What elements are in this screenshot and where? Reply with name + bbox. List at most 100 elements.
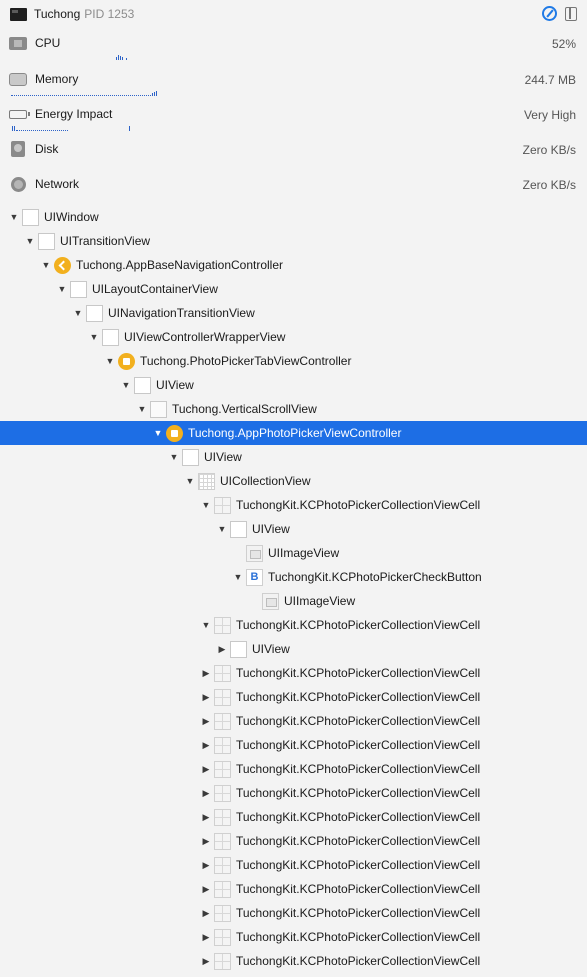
gauge-disk[interactable]: Disk Zero KB/s [0, 134, 587, 168]
tree-row[interactable]: ▼ Tuchong.PhotoPickerTabViewController [0, 349, 587, 373]
tree-row[interactable]: ▶ TuchongKit.KCPhotoPickerCollectionViewC… [0, 901, 587, 925]
panel-layout-icon[interactable] [565, 6, 577, 21]
tree-row[interactable]: ▼ B TuchongKit.KCPhotoPickerCheckButton [0, 565, 587, 589]
process-header[interactable]: Tuchong PID 1253 [0, 0, 587, 28]
tree-row[interactable]: ▼ UINavigationTransitionView [0, 301, 587, 325]
tree-row[interactable]: ▶ TuchongKit.KCPhotoPickerCollectionViewC… [0, 661, 587, 685]
disclosure-collapsed-icon[interactable]: ▶ [200, 908, 212, 919]
tree-node-label: UIView [204, 450, 242, 464]
tree-row[interactable]: ▶ TuchongKit.KCPhotoPickerCollectionViewC… [0, 949, 587, 973]
disclosure-expanded-icon[interactable]: ▼ [200, 620, 212, 630]
tree-node-label: UINavigationTransitionView [108, 306, 255, 320]
disclosure-expanded-icon[interactable]: ▼ [24, 236, 36, 246]
tree-node-label: TuchongKit.KCPhotoPickerCollectionViewCe… [236, 690, 481, 704]
cell-node-icon [214, 760, 231, 778]
tree-row[interactable]: ▼ Tuchong.AppBaseNavigationController [0, 253, 587, 277]
disclosure-expanded-icon[interactable]: ▼ [200, 500, 212, 510]
tree-row[interactable]: ▶ TuchongKit.KCPhotoPickerCollectionViewC… [0, 853, 587, 877]
tree-row[interactable]: ▶ TuchongKit.KCPhotoPickerCollectionViewC… [0, 733, 587, 757]
tree-row[interactable]: ▼ UIWindow [0, 205, 587, 229]
disclosure-expanded-icon[interactable]: ▼ [120, 380, 132, 390]
tree-node-label: UIViewControllerWrapperView [124, 330, 286, 344]
disclosure-expanded-icon[interactable]: ▼ [72, 308, 84, 318]
cell-node-icon [214, 736, 231, 754]
disclosure-collapsed-icon[interactable]: ▶ [200, 884, 212, 895]
view-node-icon [230, 520, 247, 538]
tree-row[interactable]: ▼ Tuchong.VerticalScrollView [0, 397, 587, 421]
disclosure-collapsed-icon[interactable]: ▶ [200, 956, 212, 967]
process-name: Tuchong [34, 7, 81, 21]
tree-node-label: TuchongKit.KCPhotoPickerCollectionViewCe… [236, 930, 481, 944]
disclosure-collapsed-icon[interactable]: ▶ [200, 932, 212, 943]
disclosure-collapsed-icon[interactable]: ▶ [200, 668, 212, 679]
view-node-icon [182, 448, 199, 466]
tree-row[interactable]: ▼ UICollectionView [0, 469, 587, 493]
tree-node-label: Tuchong.VerticalScrollView [172, 402, 317, 416]
tree-row[interactable]: ▶ TuchongKit.KCPhotoPickerCollectionViewC… [0, 829, 587, 853]
tree-row[interactable]: ▼ UILayoutContainerView [0, 277, 587, 301]
gauge-cpu[interactable]: CPU 52% [0, 28, 587, 62]
tree-row[interactable]: ▶ TuchongKit.KCPhotoPickerCollectionViewC… [0, 709, 587, 733]
tree-node-label: TuchongKit.KCPhotoPickerCollectionViewCe… [236, 786, 481, 800]
disclosure-collapsed-icon[interactable]: ▶ [200, 716, 212, 727]
tree-row[interactable]: ▶ TuchongKit.KCPhotoPickerCollectionViewC… [0, 781, 587, 805]
tree-row[interactable]: ▶ TuchongKit.KCPhotoPickerCollectionViewC… [0, 805, 587, 829]
disclosure-expanded-icon[interactable]: ▼ [168, 452, 180, 462]
disclosure-expanded-icon[interactable]: ▼ [104, 356, 116, 366]
tree-row[interactable]: ▼ UITransitionView [0, 229, 587, 253]
tree-node-label: TuchongKit.KCPhotoPickerCollectionViewCe… [236, 666, 481, 680]
tree-node-label: TuchongKit.KCPhotoPickerCollectionViewCe… [236, 882, 481, 896]
tree-row[interactable]: UIImageView [0, 541, 587, 565]
tree-row[interactable]: ▶ TuchongKit.KCPhotoPickerCollectionViewC… [0, 685, 587, 709]
disclosure-expanded-icon[interactable]: ▼ [88, 332, 100, 342]
tree-row[interactable]: ▼ UIView [0, 517, 587, 541]
tree-node-label: TuchongKit.KCPhotoPickerCollectionViewCe… [236, 498, 481, 512]
process-pid: PID 1253 [84, 7, 135, 21]
cell-node-icon [214, 664, 231, 682]
disclosure-collapsed-icon[interactable]: ▶ [216, 644, 228, 655]
disclosure-expanded-icon[interactable]: ▼ [152, 428, 164, 438]
tree-node-label: Tuchong.AppPhotoPickerViewController [188, 426, 402, 440]
tree-node-label: TuchongKit.KCPhotoPickerCollectionViewCe… [236, 906, 481, 920]
cell-node-icon [214, 880, 231, 898]
disclosure-collapsed-icon[interactable]: ▶ [200, 692, 212, 703]
compass-icon[interactable] [542, 6, 557, 21]
gauge-memory[interactable]: Memory 244.7 MB [0, 64, 587, 98]
disclosure-collapsed-icon[interactable]: ▶ [200, 740, 212, 751]
tree-row[interactable]: UIImageView [0, 589, 587, 613]
tree-row[interactable]: ▼ TuchongKit.KCPhotoPickerCollectionViewC… [0, 613, 587, 637]
disclosure-collapsed-icon[interactable]: ▶ [200, 836, 212, 847]
disclosure-expanded-icon[interactable]: ▼ [216, 524, 228, 534]
tree-node-label: UIImageView [284, 594, 356, 608]
disclosure-expanded-icon[interactable]: ▼ [184, 476, 196, 486]
tree-row[interactable]: ▼ UIViewControllerWrapperView [0, 325, 587, 349]
tree-row[interactable]: ▶ TuchongKit.KCPhotoPickerCollectionViewC… [0, 757, 587, 781]
gauge-energy[interactable]: Energy Impact Very High [0, 99, 587, 133]
tree-node-label: TuchongKit.KCPhotoPickerCollectionViewCe… [236, 810, 481, 824]
tree-node-label: Tuchong.AppBaseNavigationController [76, 258, 284, 272]
disclosure-collapsed-icon[interactable]: ▶ [200, 812, 212, 823]
tree-row[interactable]: ▼ TuchongKit.KCPhotoPickerCollectionViewC… [0, 493, 587, 517]
tree-row-selected[interactable]: ▼ Tuchong.AppPhotoPickerViewController [0, 421, 587, 445]
gauge-value: Zero KB/s [522, 143, 576, 157]
cell-node-icon [214, 712, 231, 730]
tree-row[interactable]: ▶ TuchongKit.KCPhotoPickerCollectionViewC… [0, 877, 587, 901]
disclosure-expanded-icon[interactable]: ▼ [8, 212, 20, 222]
disclosure-expanded-icon[interactable]: ▼ [136, 404, 148, 414]
disclosure-expanded-icon[interactable]: ▼ [56, 284, 68, 294]
tree-row[interactable]: ▼ UIView [0, 373, 587, 397]
disclosure-collapsed-icon[interactable]: ▶ [200, 788, 212, 799]
tree-row[interactable]: ▶ TuchongKit.KCPhotoPickerCollectionViewC… [0, 925, 587, 949]
disclosure-collapsed-icon[interactable]: ▶ [200, 764, 212, 775]
view-node-icon [230, 640, 247, 658]
disclosure-expanded-icon[interactable]: ▼ [232, 572, 244, 582]
cell-node-icon [214, 496, 231, 514]
disclosure-collapsed-icon[interactable]: ▶ [200, 860, 212, 871]
tree-node-label: TuchongKit.KCPhotoPickerCollectionViewCe… [236, 858, 481, 872]
tree-node-label: UIWindow [44, 210, 99, 224]
tree-row[interactable]: ▼ UIView [0, 445, 587, 469]
cell-node-icon [214, 808, 231, 826]
disclosure-expanded-icon[interactable]: ▼ [40, 260, 52, 270]
gauge-network[interactable]: Network Zero KB/s [0, 169, 587, 203]
tree-row[interactable]: ▶ UIView [0, 637, 587, 661]
